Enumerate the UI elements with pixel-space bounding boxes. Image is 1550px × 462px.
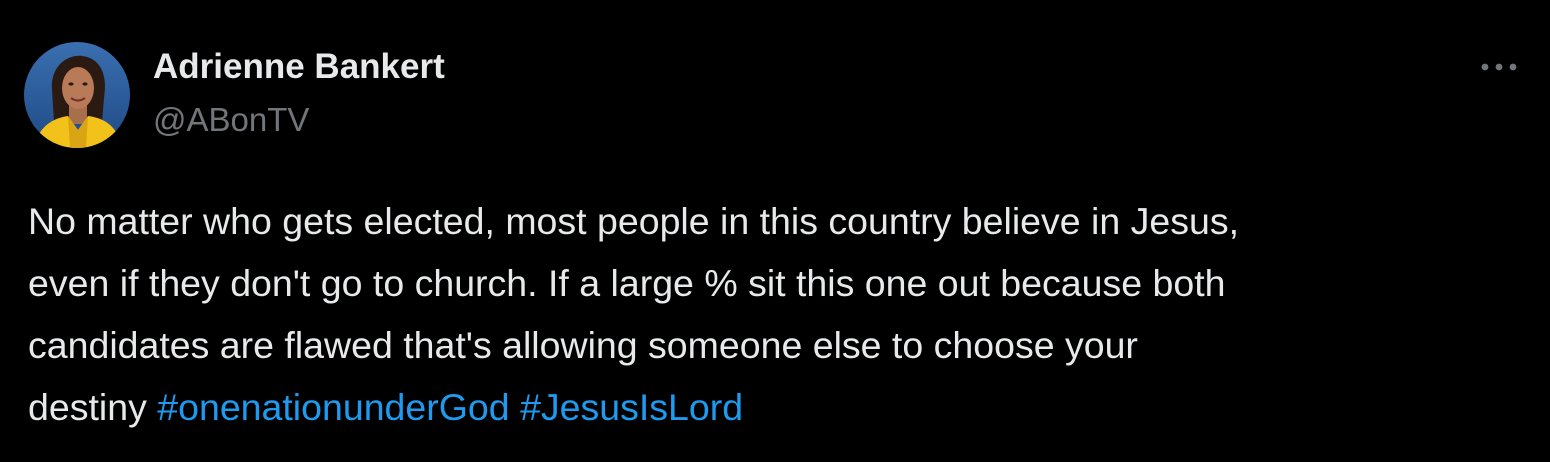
hashtag-link[interactable]: #JesusIsLord xyxy=(520,386,743,428)
tweet-text: No matter who gets elected, most people … xyxy=(28,190,1528,438)
tweet-text-line: No matter who gets elected, most people … xyxy=(28,200,1240,242)
more-options-button[interactable] xyxy=(1474,50,1524,86)
tweet-text-line-last: destiny #onenationunderGod #JesusIsLord xyxy=(28,376,1528,438)
hashtag-link[interactable]: #onenationunderGod xyxy=(157,386,509,428)
profile-photo-avatar xyxy=(24,42,130,148)
author-handle[interactable]: @ABonTV xyxy=(153,100,309,140)
tweet-text-line: even if they don't go to church. If a la… xyxy=(28,262,1226,304)
author-display-name[interactable]: Adrienne Bankert xyxy=(153,47,445,87)
author-avatar[interactable] xyxy=(24,42,130,148)
tweet-text-line: candidates are flawed that's allowing so… xyxy=(28,324,1138,366)
tweet-text-fragment: destiny xyxy=(28,386,147,428)
more-horizontal-icon xyxy=(1481,63,1517,71)
tweet-card: Adrienne Bankert @ABonTV No matter who g… xyxy=(0,0,1550,462)
